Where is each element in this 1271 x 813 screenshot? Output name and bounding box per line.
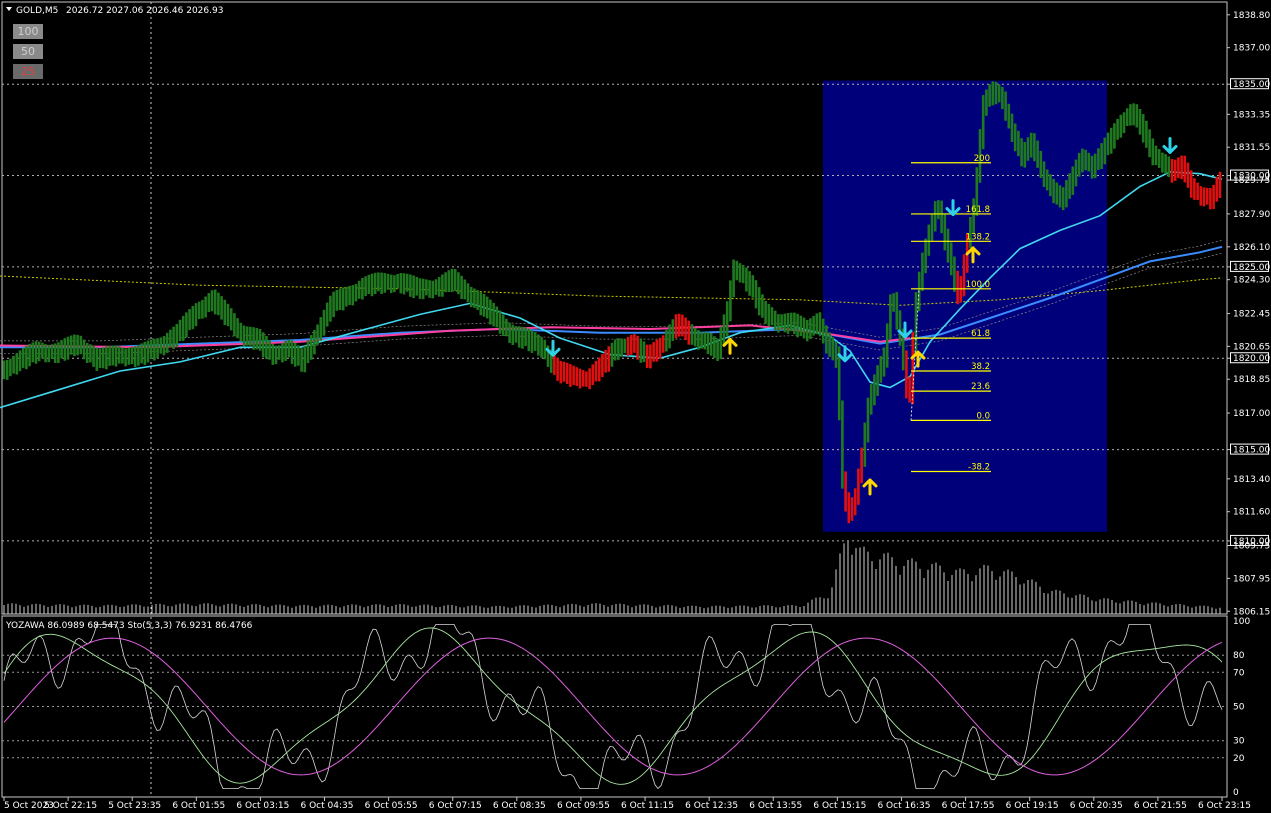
- time-label: 6 Oct 11:15: [621, 801, 674, 811]
- price-label: 1813.40: [1233, 475, 1270, 485]
- price-chart[interactable]: 200161.8138.2100.061.838.223.60.0-38.2 1…: [0, 0, 1271, 813]
- osc-level-label: 0: [1233, 788, 1239, 798]
- period-100-button[interactable]: 100: [13, 24, 43, 39]
- time-label: 6 Oct 13:55: [749, 801, 802, 811]
- price-label: 1835.00: [1233, 80, 1270, 90]
- price-label: 1820.65: [1233, 342, 1270, 352]
- time-label: 6 Oct 03:15: [236, 801, 289, 811]
- osc-level-label: 70: [1233, 668, 1245, 678]
- period-25-button[interactable]: 25: [13, 64, 43, 79]
- fib-label: 100.0: [966, 280, 990, 290]
- price-label: 1826.10: [1233, 243, 1270, 253]
- time-label: 6 Oct 19:15: [1006, 801, 1059, 811]
- time-label: 6 Oct 07:15: [429, 801, 482, 811]
- period-50-button[interactable]: 50: [13, 44, 43, 59]
- price-label: 1822.45: [1233, 309, 1270, 319]
- price-label: 1829.75: [1233, 176, 1270, 186]
- time-label: 6 Oct 20:35: [1070, 801, 1123, 811]
- time-label: 6 Oct 01:55: [172, 801, 225, 811]
- price-label: 1818.85: [1233, 375, 1270, 385]
- price-label: 1837.00: [1233, 44, 1270, 54]
- osc-level-label: 50: [1233, 703, 1245, 713]
- symbol-label: GOLD,M5: [16, 6, 58, 16]
- osc-level-label: 100: [1233, 617, 1250, 627]
- time-label: 6 Oct 05:55: [365, 801, 418, 811]
- price-label: 1824.30: [1233, 276, 1270, 286]
- price-label: 1815.00: [1233, 446, 1270, 456]
- time-label: 6 Oct 04:35: [301, 801, 354, 811]
- fib-label: 23.6: [971, 382, 990, 392]
- time-label: 6 Oct 17:55: [942, 801, 995, 811]
- time-label: 5 Oct 22:15: [44, 801, 97, 811]
- time-label: 5 Oct 23:35: [108, 801, 161, 811]
- time-label: 6 Oct 08:35: [493, 801, 546, 811]
- fib-label: 61.8: [971, 329, 990, 339]
- osc-level-label: 20: [1233, 754, 1245, 764]
- osc-level-label: 30: [1233, 737, 1245, 747]
- time-label: 6 Oct 15:15: [813, 801, 866, 811]
- oscillator-label: YOZAWA 86.0989 68.5473 Sto(5,3,3) 76.923…: [5, 621, 253, 631]
- time-label: 6 Oct 21:55: [1134, 801, 1187, 811]
- fib-label: 138.2: [966, 232, 990, 242]
- fib-label: 0.0: [976, 411, 990, 421]
- time-label: 6 Oct 12:35: [685, 801, 738, 811]
- price-label: 1827.90: [1233, 210, 1270, 220]
- price-label: 1817.00: [1233, 409, 1270, 419]
- fib-label: 161.8: [966, 205, 990, 215]
- price-label: 1811.60: [1233, 508, 1270, 518]
- price-label: 1809.75: [1233, 541, 1270, 551]
- time-label: 6 Oct 09:55: [557, 801, 610, 811]
- fib-label: 200: [974, 154, 990, 164]
- price-label: 1831.55: [1233, 143, 1270, 153]
- fib-label: -38.2: [968, 463, 990, 473]
- time-label: 6 Oct 16:35: [877, 801, 930, 811]
- price-label: 1833.35: [1233, 110, 1270, 120]
- time-label: 6 Oct 23:15: [1198, 801, 1251, 811]
- price-label: 1807.95: [1233, 574, 1270, 584]
- ohlc-values: 2026.72 2027.06 2026.46 2026.93: [66, 6, 223, 16]
- price-label: 1825.00: [1233, 263, 1270, 273]
- osc-level-label: 80: [1233, 651, 1245, 661]
- price-label: 1820.00: [1233, 354, 1270, 364]
- fib-label: 38.2: [971, 362, 990, 372]
- price-label: 1838.80: [1233, 11, 1270, 21]
- price-label: 1806.15: [1233, 607, 1270, 617]
